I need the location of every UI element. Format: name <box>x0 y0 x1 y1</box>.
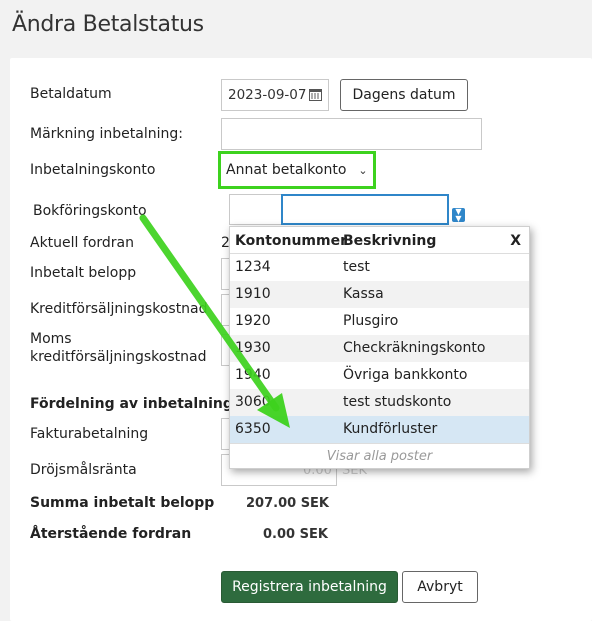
arrow-annotation <box>139 214 290 428</box>
arrow-line <box>139 214 280 412</box>
arrow-head <box>257 393 290 428</box>
